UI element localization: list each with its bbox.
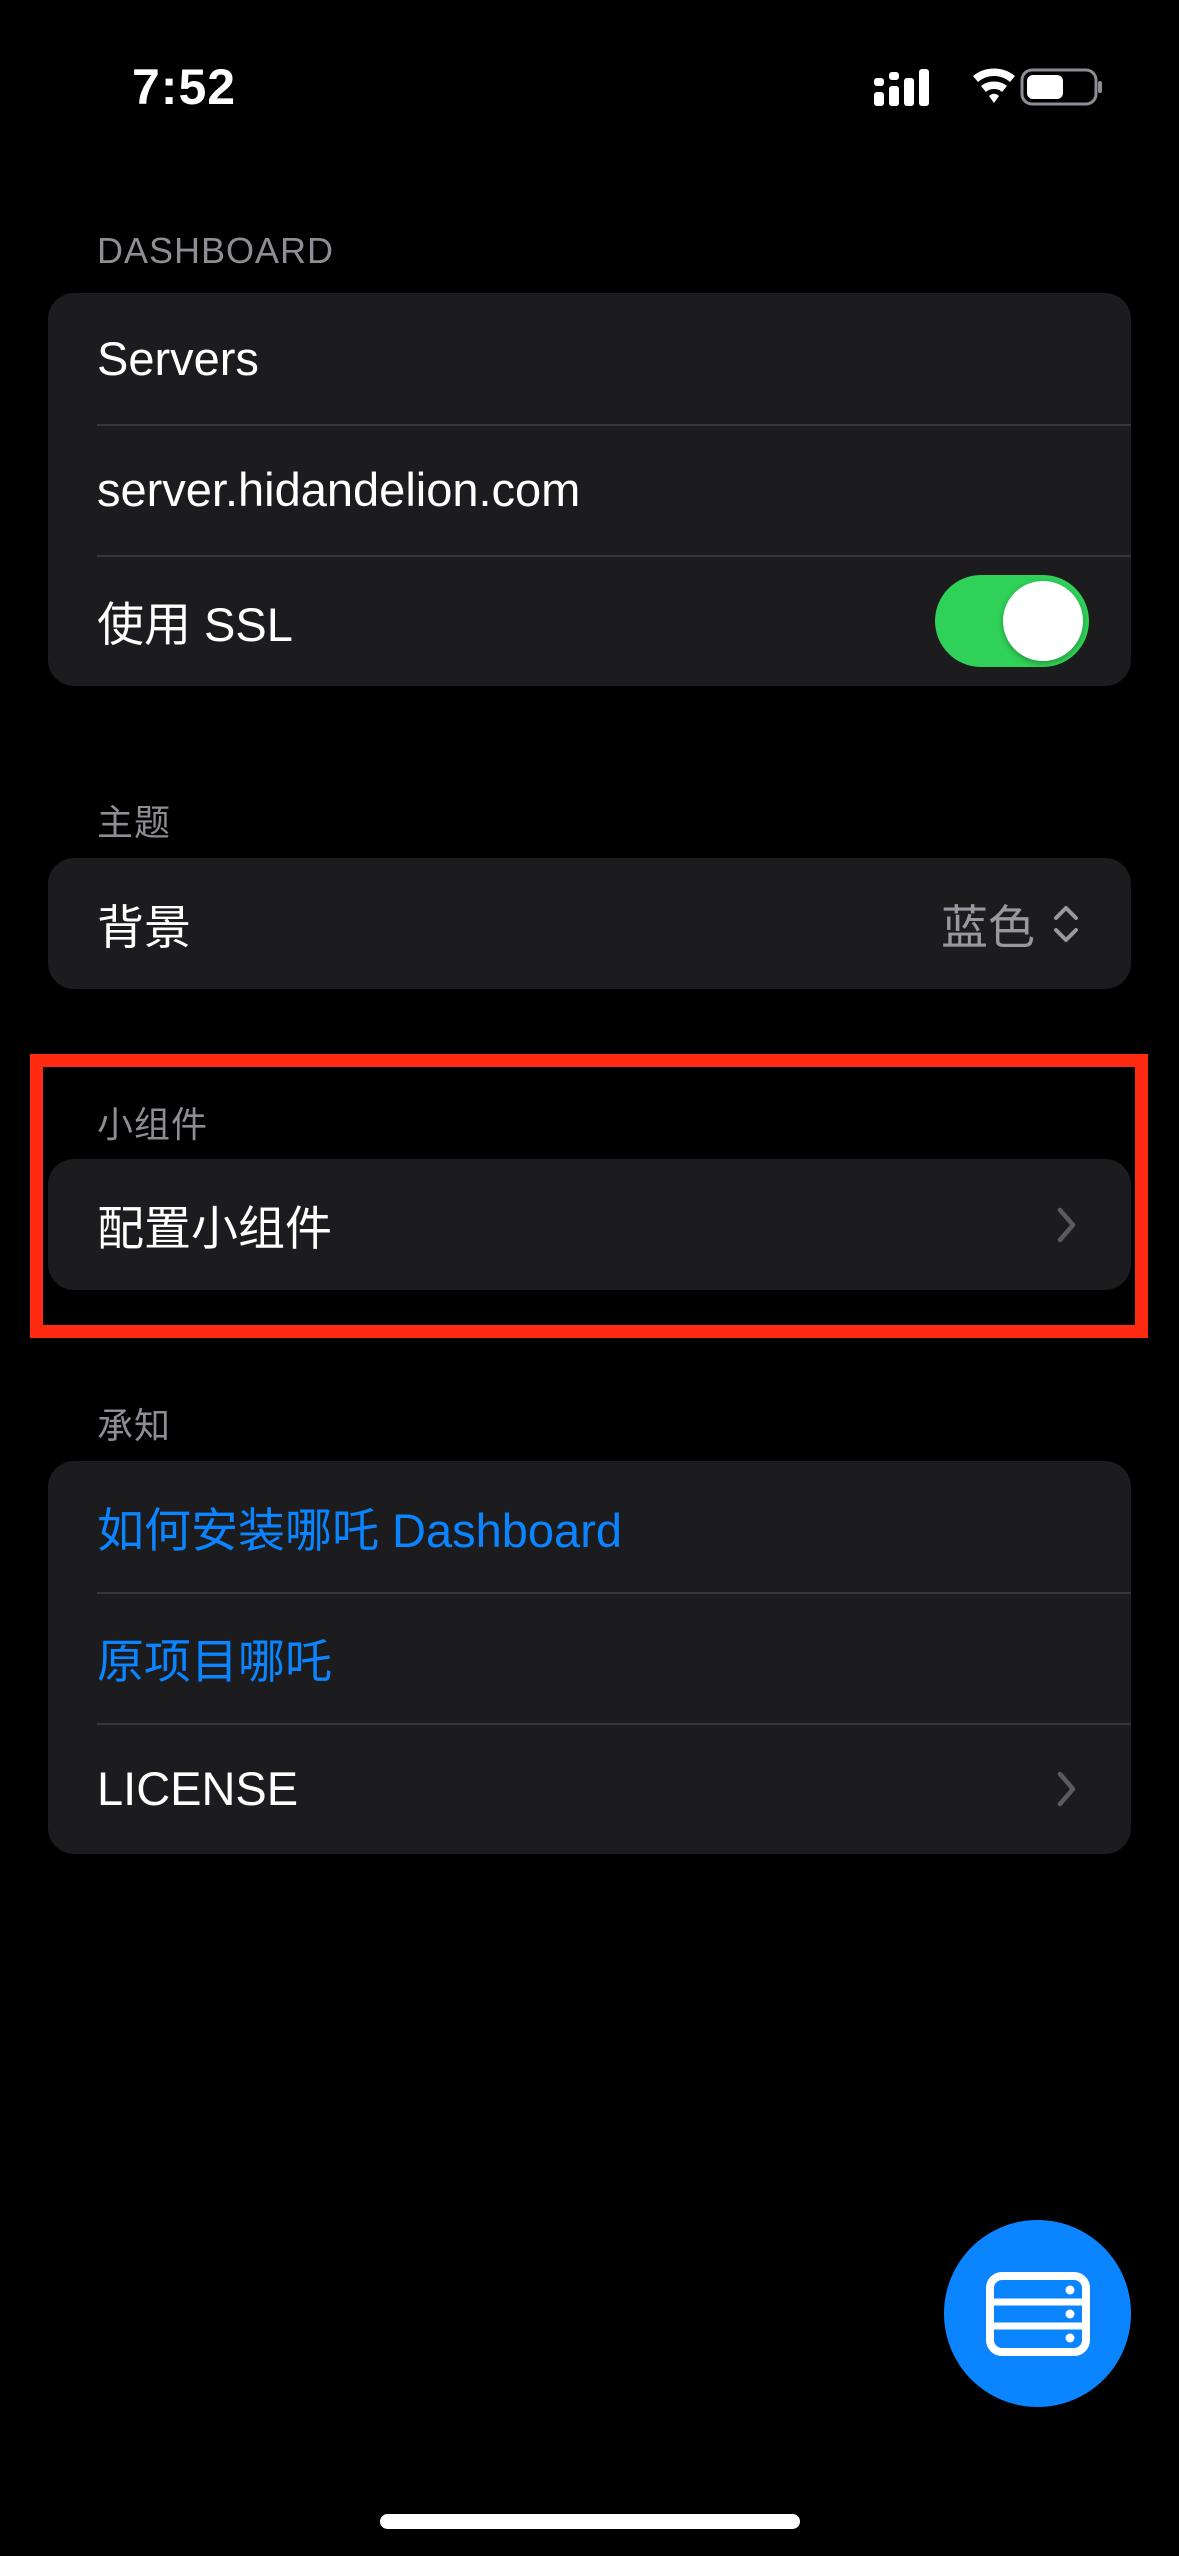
ssl-row: 使用 SSL [48,555,1131,686]
server-stack-icon [985,2271,1090,2356]
background-picker-value[interactable]: 蓝色 [941,889,1035,958]
theme-group: 背景 蓝色 [48,858,1131,989]
background-row[interactable]: 背景 蓝色 [48,858,1131,989]
servers-fab-button[interactable] [944,2220,1131,2407]
chevron-right-icon [1057,1771,1076,1806]
license-label: LICENSE [97,1762,299,1815]
servers-label: Servers [97,332,259,385]
servers-row[interactable]: Servers [48,293,1131,424]
section-header-acknowledgements: 承知 [97,1405,172,1446]
license-row[interactable]: LICENSE [48,1723,1131,1854]
section-header-dashboard: DASHBOARD [97,230,335,271]
original-project-link[interactable]: 原项目哪吒 [97,1623,1081,1692]
home-indicator[interactable] [380,2514,800,2529]
section-header-theme: 主题 [97,802,172,843]
dashboard-group: Servers server.hidandelion.com 使用 SSL [48,293,1131,686]
background-label: 背景 [97,901,191,954]
ssl-label: 使用 SSL [97,598,293,651]
cellular-signal-icon [874,69,929,106]
status-icons [872,66,1102,108]
server-address-field[interactable]: server.hidandelion.com [97,462,1081,517]
ssl-toggle[interactable] [935,574,1089,667]
wifi-icon [973,68,1015,103]
chevron-up-down-icon [1054,905,1078,942]
install-guide-row[interactable]: 如何安装哪吒 Dashboard [48,1461,1131,1592]
original-project-row[interactable]: 原项目哪吒 [48,1592,1131,1723]
server-address-row[interactable]: server.hidandelion.com [48,424,1131,555]
toggle-knob [1003,580,1083,661]
status-bar: 7:52 [0,0,1179,175]
highlight-box [30,1054,1148,1338]
status-time: 7:52 [132,59,237,115]
install-guide-link[interactable]: 如何安装哪吒 Dashboard [97,1492,1081,1561]
battery-icon [1020,68,1102,106]
acknowledgements-group: 如何安装哪吒 Dashboard 原项目哪吒 LICENSE [48,1461,1131,1854]
